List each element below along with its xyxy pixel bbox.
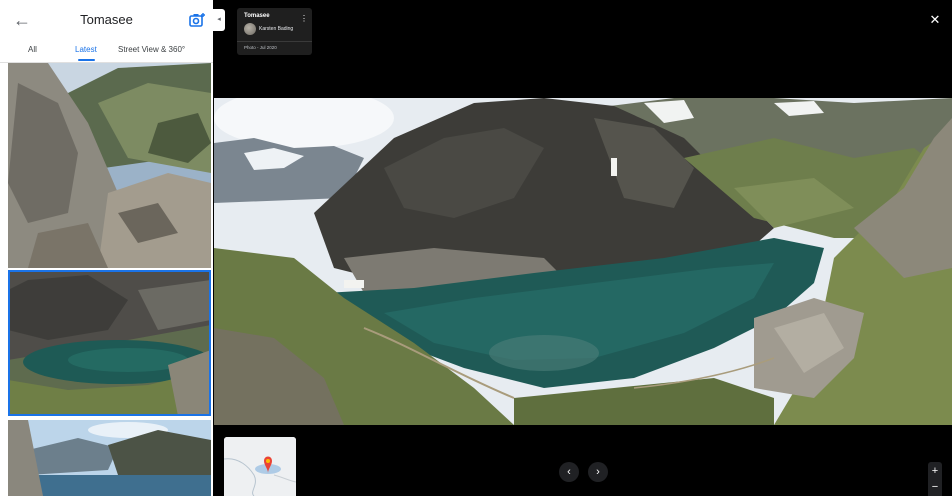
tab-street-view[interactable]: Street View & 360°	[118, 45, 185, 54]
previous-photo-button[interactable]: ‹	[559, 462, 579, 482]
zoom-out-button[interactable]: −	[928, 480, 942, 494]
photo-tabs: All Latest Street View & 360°	[0, 40, 213, 63]
side-panel: ← Tomasee All Latest Street View & 360°	[0, 0, 213, 496]
chevron-right-icon: ›	[596, 466, 600, 478]
photo-thumbnail[interactable]	[8, 420, 211, 496]
active-tab-indicator	[78, 59, 95, 61]
next-photo-button[interactable]: ›	[588, 462, 608, 482]
place-title: Tomasee	[80, 12, 133, 27]
tab-all[interactable]: All	[28, 45, 37, 54]
divider	[237, 41, 312, 42]
avatar[interactable]	[244, 23, 256, 35]
collapse-panel-button[interactable]: ◂	[213, 9, 225, 31]
tab-latest[interactable]: Latest	[75, 45, 97, 54]
zoom-control: + −	[928, 462, 942, 496]
photo-thumbnail-selected[interactable]	[8, 270, 211, 416]
chevron-left-icon: ◂	[217, 16, 221, 23]
photo-place-name: Tomasee	[244, 13, 270, 19]
add-photo-icon	[189, 13, 205, 27]
photo-info-card: Tomasee ⋮ Karsten Bading Photo - Jul 202…	[237, 8, 312, 55]
arrow-left-icon: ←	[13, 10, 31, 30]
chevron-left-icon: ‹	[567, 466, 571, 478]
photo-thumbnail[interactable]	[8, 63, 211, 268]
back-button[interactable]: ←	[12, 10, 32, 30]
mini-map[interactable]	[224, 437, 296, 496]
add-photo-button[interactable]	[188, 11, 206, 29]
main-photo[interactable]	[214, 98, 952, 425]
photo-date: Photo - Jul 2020	[244, 45, 277, 50]
close-button[interactable]: ✕	[928, 13, 942, 27]
panel-header: ← Tomasee	[0, 0, 213, 40]
author-name[interactable]: Karsten Bading	[259, 26, 293, 32]
more-options-icon[interactable]: ⋮	[300, 14, 308, 23]
zoom-in-button[interactable]: +	[928, 464, 942, 478]
close-icon: ✕	[929, 12, 941, 27]
